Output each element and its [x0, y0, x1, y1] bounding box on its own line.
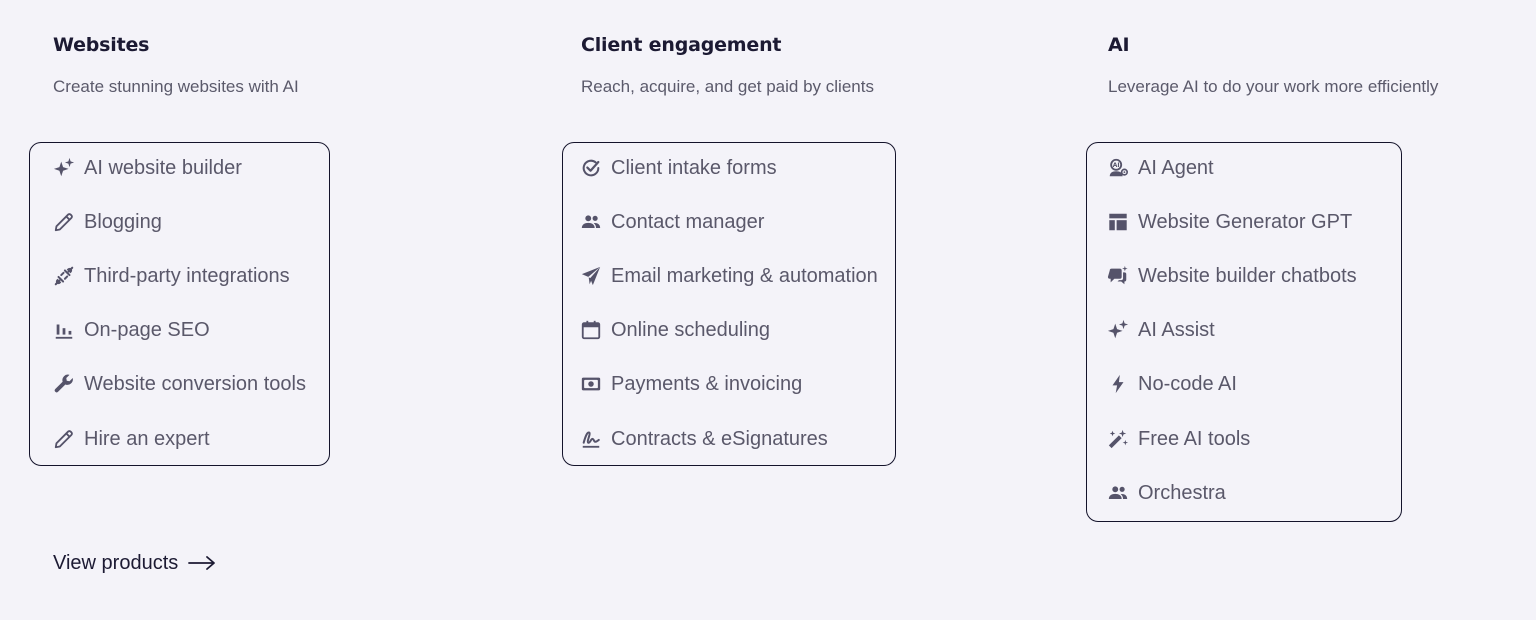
column-description: Leverage AI to do your work more efficie…	[1108, 77, 1439, 96]
people-icon	[1107, 482, 1129, 504]
menu-item-label: Website Generator GPT	[1138, 210, 1353, 233]
bolt-icon	[1107, 373, 1129, 395]
menu-item-contracts-esignatures[interactable]: Contracts & eSignatures	[580, 424, 828, 454]
menu-item-free-ai-tools[interactable]: Free AI tools	[1107, 424, 1250, 454]
menu-item-website-builder-chatbots[interactable]: Website builder chatbots	[1107, 261, 1357, 291]
menu-item-email-marketing-automation[interactable]: Email marketing & automation	[580, 261, 878, 291]
magic-wand-icon	[1107, 428, 1129, 450]
menu-item-website-conversion-tools[interactable]: Website conversion tools	[53, 369, 306, 399]
menu-item-label: AI Assist	[1138, 318, 1215, 341]
calendar-icon	[580, 319, 602, 341]
menu-item-label: AI website builder	[84, 156, 242, 179]
menu-item-label: Free AI tools	[1138, 427, 1251, 450]
ai-agent-icon: AI	[1107, 157, 1129, 179]
column-title: Websites	[53, 34, 150, 56]
menu-item-payments-invoicing[interactable]: Payments & invoicing	[580, 369, 802, 399]
menu-item-label: Orchestra	[1138, 481, 1226, 504]
menu-item-label: Contracts & eSignatures	[611, 427, 828, 450]
layout-icon	[1107, 211, 1129, 233]
signature-icon	[580, 428, 602, 450]
menu-box	[29, 142, 330, 466]
sparkle-icon	[1107, 319, 1129, 341]
people-icon	[580, 211, 602, 233]
column-description: Reach, acquire, and get paid by clients	[581, 77, 874, 96]
pencil-icon	[53, 211, 75, 233]
send-icon	[580, 265, 602, 287]
menu-item-ai-website-builder[interactable]: AI website builder	[53, 153, 242, 183]
arrow-right-icon	[188, 555, 216, 571]
menu-item-blogging[interactable]: Blogging	[53, 207, 162, 237]
chat-icon	[1107, 265, 1129, 287]
menu-item-website-generator-gpt[interactable]: Website Generator GPT	[1107, 207, 1352, 237]
menu-item-third-party-integrations[interactable]: Third-party integrations	[53, 261, 290, 291]
menu-item-label: AI Agent	[1138, 156, 1214, 179]
menu-item-hire-an-expert[interactable]: Hire an expert	[53, 424, 210, 454]
menu-item-orchestra[interactable]: Orchestra	[1107, 478, 1226, 508]
menu-item-on-page-seo[interactable]: On-page SEO	[53, 315, 210, 345]
menu-item-label: Client intake forms	[611, 156, 777, 179]
svg-text:AI: AI	[1113, 162, 1120, 169]
column-description: Create stunning websites with AI	[53, 77, 299, 96]
menu-item-label: Third-party integrations	[84, 264, 290, 287]
menu-item-online-scheduling[interactable]: Online scheduling	[580, 315, 770, 345]
menu-item-label: No-code AI	[1138, 372, 1237, 395]
bar-chart-icon	[53, 319, 75, 341]
wrench-icon	[53, 373, 75, 395]
menu-item-ai-agent[interactable]: AI AI Agent	[1107, 153, 1214, 183]
menu-item-contact-manager[interactable]: Contact manager	[580, 207, 764, 237]
menu-item-label: Hire an expert	[84, 427, 210, 450]
menu-item-label: On-page SEO	[84, 318, 210, 341]
menu-item-no-code-ai[interactable]: No-code AI	[1107, 369, 1237, 399]
column-title: Client engagement	[581, 34, 782, 56]
payment-icon	[580, 373, 602, 395]
sparkle-icon	[53, 157, 75, 179]
menu-item-label: Online scheduling	[611, 318, 770, 341]
menu-item-label: Email marketing & automation	[611, 264, 878, 287]
pencil-icon	[53, 428, 75, 450]
menu-item-label: Payments & invoicing	[611, 372, 803, 395]
column-title: AI	[1108, 34, 1130, 56]
check-circle-icon	[580, 157, 602, 179]
menu-item-label: Blogging	[84, 210, 162, 233]
menu-item-label: Website conversion tools	[84, 372, 306, 395]
menu-item-label: Website builder chatbots	[1138, 264, 1357, 287]
view-products-label: View products	[53, 551, 179, 574]
view-products-link[interactable]: View products	[53, 548, 216, 578]
menu-item-client-intake-forms[interactable]: Client intake forms	[580, 153, 777, 183]
menu-item-ai-assist[interactable]: AI Assist	[1107, 315, 1215, 345]
plug-icon	[53, 265, 75, 287]
menu-item-label: Contact manager	[611, 210, 765, 233]
menu-box	[562, 142, 896, 466]
